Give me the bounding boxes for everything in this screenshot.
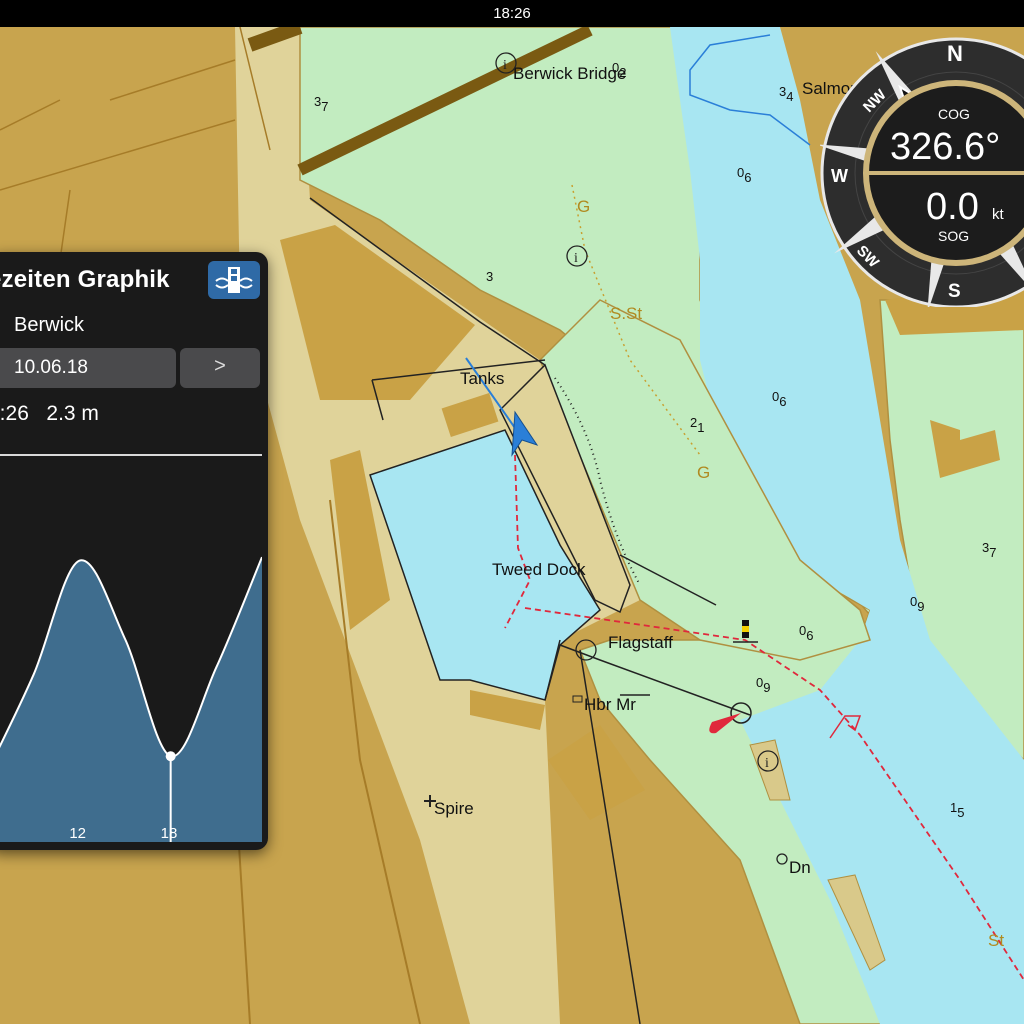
tide-current-height: 2.3 m xyxy=(46,402,99,425)
tide-reading: 8:26 2.3 m xyxy=(0,402,99,426)
sog-label: SOG xyxy=(938,228,969,244)
tide-station-button[interactable] xyxy=(208,261,260,299)
tide-current-time: 8:26 xyxy=(0,402,29,425)
label-tweed-dock: Tweed Dock xyxy=(492,560,586,579)
label-hbr-mr: Hbr Mr xyxy=(584,695,636,714)
next-day-button[interactable]: > xyxy=(180,348,260,388)
status-time: 18:26 xyxy=(493,5,531,22)
chevron-right-icon: > xyxy=(214,355,226,377)
tide-station-icon xyxy=(215,267,253,293)
tide-panel-title: ezeiten Graphik xyxy=(0,266,170,293)
tide-date-field[interactable]: 10.06.18 xyxy=(0,348,176,388)
current-tide-point xyxy=(165,751,176,762)
sog-unit: kt xyxy=(992,206,1005,223)
label-sst: S.St xyxy=(610,304,642,323)
label-dn: Dn xyxy=(789,858,811,877)
compass-south: S xyxy=(948,281,961,302)
tide-area xyxy=(0,557,262,842)
tide-station-name: Berwick xyxy=(14,314,85,336)
tide-chart[interactable]: 12 18 xyxy=(0,458,262,842)
depth-sounding: 3 xyxy=(486,269,493,284)
svg-text:i: i xyxy=(503,58,507,73)
cog-label: COG xyxy=(938,106,970,122)
label-spire: Spire xyxy=(434,799,474,818)
divider xyxy=(0,454,262,456)
label-g2: G xyxy=(697,463,710,482)
sog-value: 0.0 xyxy=(926,186,979,228)
tide-date-value: 10.06.18 xyxy=(14,357,88,378)
label-berwick-bridge: Berwick Bridge xyxy=(513,64,626,83)
compass-west: W xyxy=(831,166,848,186)
label-st: St xyxy=(988,931,1004,950)
svg-text:i: i xyxy=(765,756,769,771)
cog-value: 326.6° xyxy=(890,126,1000,168)
compass-instrument: N S W NW SW COG 326.6° 0.0 kt SOG xyxy=(820,37,1024,307)
label-tanks: Tanks xyxy=(460,369,504,388)
x-tick-label: 18 xyxy=(161,825,178,842)
label-g1: G xyxy=(577,197,590,216)
label-flagstaff: Flagstaff xyxy=(608,633,673,652)
tide-graph-panel: ezeiten Graphik Berwick 10.06.18 > 8:26 … xyxy=(0,252,268,850)
svg-text:i: i xyxy=(574,251,578,266)
compass-north: N xyxy=(947,41,963,66)
x-tick-label: 12 xyxy=(69,825,86,842)
status-bar: 18:26 xyxy=(0,0,1024,27)
